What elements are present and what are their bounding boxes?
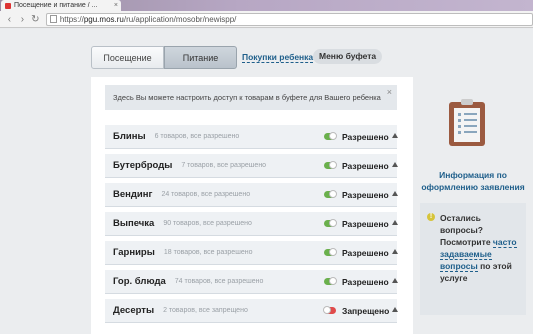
faq-text-start: Остались вопросы? Посмотрите: [440, 213, 491, 247]
category-row[interactable]: Бутерброды 7 товаров, все разрешено Разр…: [105, 154, 398, 178]
tab-food[interactable]: Питание: [164, 46, 237, 69]
favicon-icon: [5, 2, 11, 9]
main-panel: Здесь Вы можете настроить доступ к товар…: [91, 77, 413, 334]
allow-toggle[interactable]: [324, 277, 337, 285]
category-row[interactable]: Блины 6 товаров, все разрешено Разрешено: [105, 125, 398, 149]
collapse-caret-icon[interactable]: [392, 162, 398, 167]
category-name: Вендинг: [113, 189, 153, 200]
buffet-menu-button[interactable]: Меню буфета: [313, 49, 383, 64]
info-link-line1: Информация по: [439, 170, 507, 180]
category-status: Разрешено: [342, 190, 389, 200]
url-path: /ru/application/mosobr/newispp/: [123, 14, 237, 24]
category-row[interactable]: Гарниры 18 товаров, все разрешено Разреш…: [105, 241, 398, 265]
category-meta: 18 товаров, все разрешено: [163, 249, 253, 256]
category-name: Бутерброды: [113, 160, 173, 171]
purchases-link[interactable]: Покупки ребенка: [242, 52, 314, 63]
url-host: pgu.mos.ru: [83, 14, 124, 24]
address-bar[interactable]: https://pgu.mos.ru/ru/application/mosobr…: [45, 12, 533, 26]
tab-close-icon[interactable]: ×: [114, 2, 118, 9]
category-name: Гарниры: [113, 247, 155, 258]
category-status: Разрешено: [342, 248, 389, 258]
category-meta: 7 товаров, все разрешено: [181, 162, 267, 169]
notice-banner: Здесь Вы можете настроить доступ к товар…: [105, 85, 397, 110]
category-status: Разрешено: [342, 219, 389, 229]
clipboard-icon: [449, 99, 485, 146]
category-meta: 74 товаров, все разрешено: [174, 278, 264, 285]
category-row[interactable]: Десерты 2 товаров, все запрещено Запреще…: [105, 299, 398, 323]
category-meta: 6 товаров, все разрешено: [154, 133, 240, 140]
application-info-link[interactable]: Информация по оформлению заявления: [420, 169, 526, 193]
category-row[interactable]: Гор. блюда 74 товаров, все разрешено Раз…: [105, 270, 398, 294]
browser-toolbar: ‹ › ↻ https://pgu.mos.ru/ru/application/…: [0, 11, 533, 28]
collapse-caret-icon[interactable]: [392, 133, 398, 138]
category-meta: 90 товаров, все разрешено: [163, 220, 252, 227]
allow-toggle[interactable]: [324, 132, 337, 140]
category-row[interactable]: Вендинг 24 товаров, все разрешено Разреш…: [105, 183, 398, 207]
notice-close-icon[interactable]: ×: [387, 87, 392, 97]
allow-toggle[interactable]: [324, 190, 337, 198]
page-icon: [49, 15, 57, 23]
browser-tabstrip: Посещение и питание / ... ×: [0, 0, 533, 11]
category-name: Гор. блюда: [113, 276, 166, 287]
category-status: Разрешено: [342, 161, 389, 171]
collapse-caret-icon[interactable]: [392, 249, 398, 254]
info-link-line2: оформлению заявления: [421, 182, 525, 192]
notice-text: Здесь Вы можете настроить доступ к товар…: [113, 93, 381, 102]
collapse-caret-icon[interactable]: [392, 220, 398, 225]
faq-text: Остались вопросы? Посмотрите часто задав…: [440, 212, 520, 284]
section-tabs: Посещение Питание: [91, 46, 237, 69]
category-status: Запрещено: [342, 306, 390, 316]
allow-toggle[interactable]: [324, 161, 337, 169]
category-status: Разрешено: [342, 277, 389, 287]
allow-toggle[interactable]: [324, 219, 337, 227]
reload-icon[interactable]: ↻: [30, 14, 41, 25]
allow-toggle[interactable]: [324, 248, 337, 256]
collapse-caret-icon[interactable]: [392, 278, 398, 283]
category-row[interactable]: Выпечка 90 товаров, все разрешено Разреш…: [105, 212, 398, 236]
category-name: Десерты: [113, 305, 155, 316]
allow-toggle[interactable]: [323, 306, 336, 314]
category-meta: 2 товаров, все запрещено: [163, 307, 248, 314]
category-name: Блины: [113, 131, 146, 142]
url-scheme: https://: [59, 14, 84, 24]
faq-box: ! Остались вопросы? Посмотрите часто зад…: [420, 203, 526, 315]
category-meta: 24 товаров, все разрешено: [161, 191, 251, 198]
page: Посещение Питание Покупки ребенка Меню б…: [0, 29, 533, 334]
collapse-caret-icon[interactable]: [392, 307, 398, 312]
collapse-caret-icon[interactable]: [392, 191, 398, 196]
browser-tab[interactable]: Посещение и питание / ... ×: [1, 0, 121, 11]
tab-attendance[interactable]: Посещение: [91, 46, 164, 69]
exclamation-icon: !: [427, 213, 435, 221]
category-name: Выпечка: [113, 218, 155, 229]
back-icon[interactable]: ‹: [4, 14, 15, 25]
forward-icon[interactable]: ›: [17, 14, 28, 25]
category-status: Разрешено: [342, 132, 389, 142]
browser-tab-title: Посещение и питание / ...: [14, 2, 98, 9]
